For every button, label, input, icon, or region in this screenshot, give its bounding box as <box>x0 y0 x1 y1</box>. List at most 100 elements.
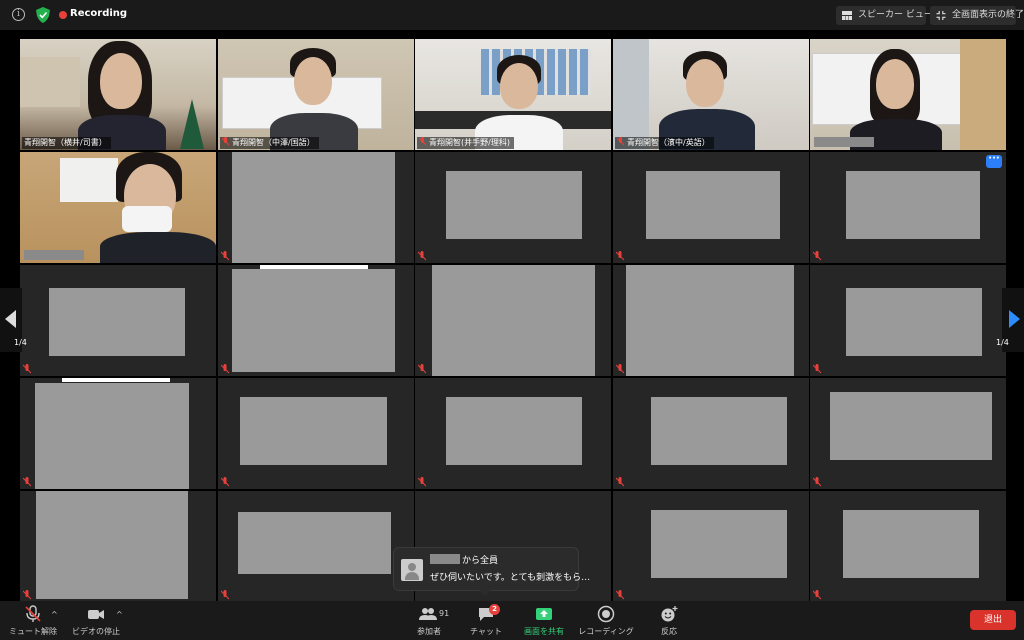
chat-button[interactable]: チャット <box>466 601 506 640</box>
mic-muted-icon <box>616 590 624 600</box>
redacted-video <box>651 397 787 465</box>
face-mask <box>122 206 172 232</box>
participant-name: 青翔開智（横井/司書） <box>24 138 107 147</box>
chat-recipient: から全員 <box>462 556 499 566</box>
participant-tile[interactable] <box>810 491 1006 602</box>
participant-tile[interactable] <box>20 491 216 602</box>
stop-video-button[interactable]: ビデオの停止 <box>68 601 124 640</box>
redacted-video <box>446 171 582 239</box>
participant-name-tag: 青翔開智(井手野/理科) <box>417 137 514 149</box>
mic-muted-icon <box>221 364 229 374</box>
video-tile[interactable] <box>810 39 1006 150</box>
participant-tile[interactable] <box>810 265 1006 376</box>
participant-tile[interactable] <box>613 265 809 376</box>
unmute-label: ミュート解除 <box>9 627 57 636</box>
mic-muted-icon <box>813 477 821 487</box>
reactions-label: 反応 <box>661 627 677 636</box>
participant-name: 青翔開智（濱中/英語） <box>627 138 710 147</box>
more-options-icon[interactable]: ··· <box>986 154 1002 168</box>
video-tile-active-speaker[interactable] <box>20 152 216 263</box>
participant-tile[interactable]: ··· <box>810 152 1006 263</box>
participant-name-tag: 青翔開智（中澤/国語） <box>220 137 319 149</box>
mic-muted-icon <box>616 477 624 487</box>
bookshelf <box>20 57 80 107</box>
video-camera-icon <box>88 610 104 619</box>
mic-muted-icon <box>23 364 31 374</box>
redacted-video <box>35 383 189 489</box>
participant-tile[interactable] <box>415 378 611 489</box>
shield-icon[interactable] <box>36 7 50 23</box>
speaker-view-button[interactable]: スピーカー ビュー <box>836 6 933 25</box>
participant-name: 青翔開智（中澤/国語） <box>232 138 315 147</box>
participant-tile[interactable] <box>613 152 809 263</box>
wall-panel <box>960 39 1006 150</box>
video-tile[interactable]: 青翔開智（中澤/国語） <box>218 39 414 150</box>
mic-muted-icon <box>23 590 31 600</box>
participant-tile[interactable] <box>218 378 414 489</box>
share-screen-icon <box>536 608 552 620</box>
redacted-video <box>626 265 794 376</box>
chat-notification[interactable]: から全員 ぜひ伺いたいです。とても刺激をもら… <box>393 547 590 596</box>
chat-label: チャット <box>470 627 502 636</box>
redacted-video <box>36 491 188 599</box>
video-tile[interactable]: 青翔開智(井手野/理科) <box>415 39 611 150</box>
chat-message-preview: ぜひ伺いたいです。とても刺激をもら… <box>430 573 591 583</box>
mic-muted-icon <box>418 477 426 487</box>
leave-meeting-button[interactable]: 退出 <box>970 610 1016 630</box>
audio-options-chevron-icon[interactable]: ^ <box>51 610 58 619</box>
participant-name-redacted <box>814 137 874 147</box>
participant-tile[interactable] <box>218 265 414 376</box>
grid-view-icon <box>842 11 852 20</box>
redacted-video <box>846 288 982 356</box>
record-button[interactable]: レコーディング <box>576 601 636 640</box>
unmute-button[interactable]: ミュート解除 <box>6 601 60 640</box>
share-screen-button[interactable]: 画面を共有 <box>520 601 568 640</box>
video-tile[interactable]: 青翔開智（横井/司書） <box>20 39 216 150</box>
participant-tile[interactable] <box>218 491 414 602</box>
record-label: レコーディング <box>578 627 634 636</box>
participant-tile[interactable] <box>218 152 414 263</box>
bottom-toolbar: ミュート解除 ^ ビデオの停止 ^ 参加者 91 チャット 2 画面を共有 レコ… <box>0 601 1024 640</box>
video-edge <box>62 378 170 382</box>
exit-fullscreen-label: 全画面表示の終了 <box>952 10 1024 20</box>
person-face <box>100 53 142 109</box>
mic-muted-icon <box>419 137 426 146</box>
mic-muted-icon <box>418 364 426 374</box>
notice-board <box>60 158 118 202</box>
participants-button[interactable]: 参加者 <box>412 601 446 640</box>
redacted-video <box>846 171 980 239</box>
exit-fullscreen-button[interactable]: 全画面表示の終了 <box>930 6 1024 25</box>
video-options-chevron-icon[interactable]: ^ <box>116 610 123 619</box>
person-face <box>500 63 538 109</box>
redacted-video <box>240 397 387 465</box>
participant-tile[interactable] <box>415 265 611 376</box>
mic-muted-icon <box>813 364 821 374</box>
recording-label: Recording <box>70 8 128 19</box>
video-tile[interactable]: 青翔開智（濱中/英語） <box>613 39 809 150</box>
person-face <box>294 57 332 105</box>
participant-tile[interactable] <box>613 491 809 602</box>
participant-name: 青翔開智(井手野/理科) <box>429 138 510 147</box>
redacted-video <box>646 171 780 239</box>
participant-tile[interactable] <box>20 378 216 489</box>
redacted-video <box>446 397 582 465</box>
page-indicator-left: 1/4 <box>14 338 27 347</box>
mic-muted-icon <box>813 251 821 261</box>
share-screen-label: 画面を共有 <box>524 627 564 636</box>
participant-tile[interactable] <box>20 265 216 376</box>
stop-video-label: ビデオの停止 <box>72 627 120 636</box>
record-icon <box>597 605 615 623</box>
mic-muted-icon <box>813 590 821 600</box>
info-icon[interactable]: i <box>12 8 25 21</box>
redacted-video <box>830 392 992 460</box>
top-bar: i Recording スピーカー ビュー 全画面表示の終了 <box>0 0 1024 30</box>
participant-name-tag: 青翔開智（横井/司書） <box>22 137 111 149</box>
mic-muted-icon <box>221 477 229 487</box>
participant-tile[interactable] <box>613 378 809 489</box>
participant-tile[interactable] <box>415 152 611 263</box>
mic-muted-icon <box>222 137 229 146</box>
reactions-button[interactable]: 反応 <box>654 601 684 640</box>
mic-muted-icon <box>617 137 624 146</box>
redacted-video <box>232 269 395 372</box>
participant-tile[interactable] <box>810 378 1006 489</box>
